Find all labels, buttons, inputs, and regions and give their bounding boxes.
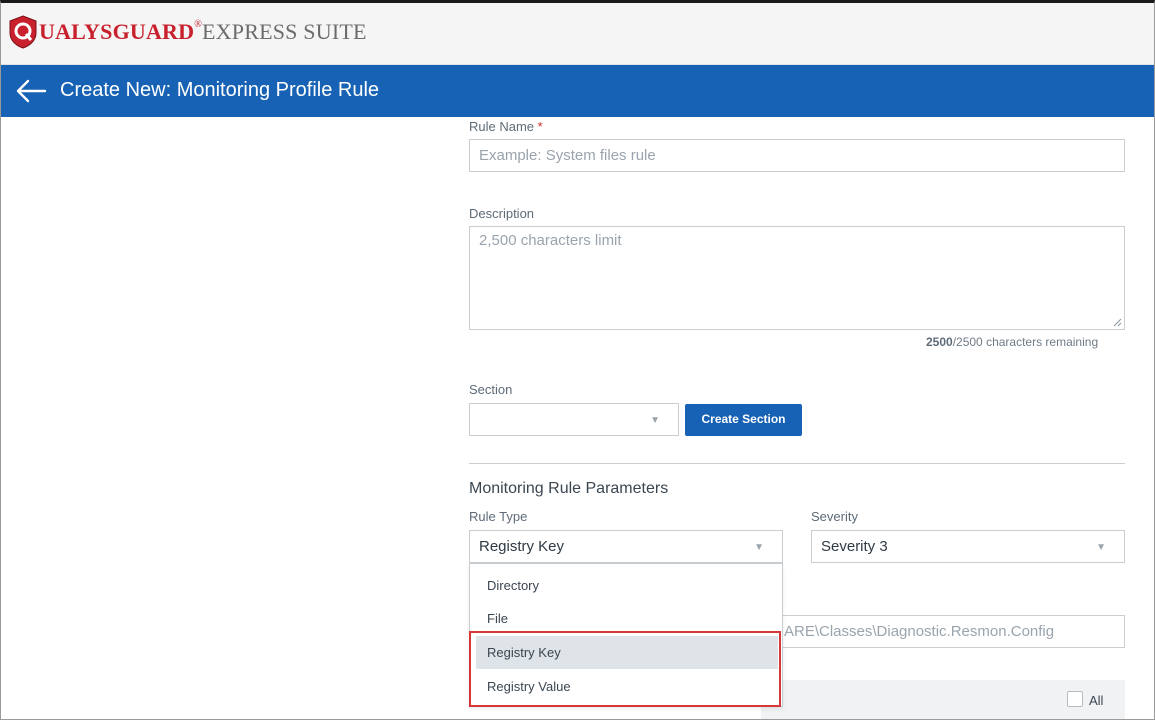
chevron-down-icon: ▼ <box>754 542 764 553</box>
rule-type-value: Registry Key <box>479 538 565 555</box>
registry-path-value: ARE\Classes\Diagnostic.Resmon.Config <box>784 623 1055 640</box>
rule-name-placeholder: Example: System files rule <box>479 147 656 164</box>
app-window: UALYSGUARD®EXPRESS SUITE Create New: Mon… <box>0 0 1155 720</box>
create-section-button[interactable]: Create Section <box>685 404 802 436</box>
select-all-label: All <box>1089 693 1104 708</box>
logo-guard: GUARD <box>112 19 195 44</box>
page-title: Create New: Monitoring Profile Rule <box>60 79 380 101</box>
parameters-heading: Monitoring Rule Parameters <box>469 480 669 497</box>
divider <box>469 463 1125 464</box>
select-all-checkbox[interactable] <box>1067 691 1083 707</box>
page-header: Create New: Monitoring Profile Rule <box>1 65 1154 117</box>
highlight-annotation-box <box>469 631 781 707</box>
arrow-left-icon[interactable] <box>15 77 47 105</box>
option-directory[interactable]: Directory <box>470 569 782 602</box>
rule-name-label-text: Rule Name <box>469 119 535 134</box>
severity-value: Severity 3 <box>821 538 888 555</box>
product-logo-text: UALYSGUARD®EXPRESS SUITE <box>39 19 367 45</box>
logo-ualys: UALYS <box>39 19 113 44</box>
section-label: Section <box>469 382 513 397</box>
severity-label: Severity <box>811 509 858 524</box>
table-header: All <box>761 680 1125 719</box>
chevron-down-icon: ▼ <box>1096 542 1106 553</box>
rule-type-select[interactable]: Registry Key ▼ <box>469 530 783 563</box>
description-textarea[interactable]: 2,500 characters limit <box>469 226 1125 330</box>
required-mark: * <box>537 119 543 134</box>
description-placeholder: 2,500 characters limit <box>479 232 622 249</box>
resize-handle-icon[interactable] <box>1113 318 1122 327</box>
section-select[interactable]: ▼ <box>469 403 679 436</box>
rule-name-input[interactable]: Example: System files rule <box>469 139 1125 172</box>
chevron-down-icon: ▼ <box>650 415 660 426</box>
logo-registered-mark: ® <box>194 19 203 30</box>
logo-express-suite: EXPRESS SUITE <box>202 19 367 44</box>
rule-name-label: Rule Name * <box>469 119 543 134</box>
severity-select[interactable]: Severity 3 ▼ <box>811 530 1125 563</box>
rule-type-label: Rule Type <box>469 509 528 524</box>
character-counter: 2500/2500 characters remaining <box>926 335 1098 349</box>
description-label: Description <box>469 206 535 221</box>
counter-current: 2500 <box>926 335 953 349</box>
qualys-shield-logo <box>9 15 37 49</box>
counter-rest: /2500 characters remaining <box>952 335 1099 349</box>
top-bar: UALYSGUARD®EXPRESS SUITE <box>1 3 1154 65</box>
